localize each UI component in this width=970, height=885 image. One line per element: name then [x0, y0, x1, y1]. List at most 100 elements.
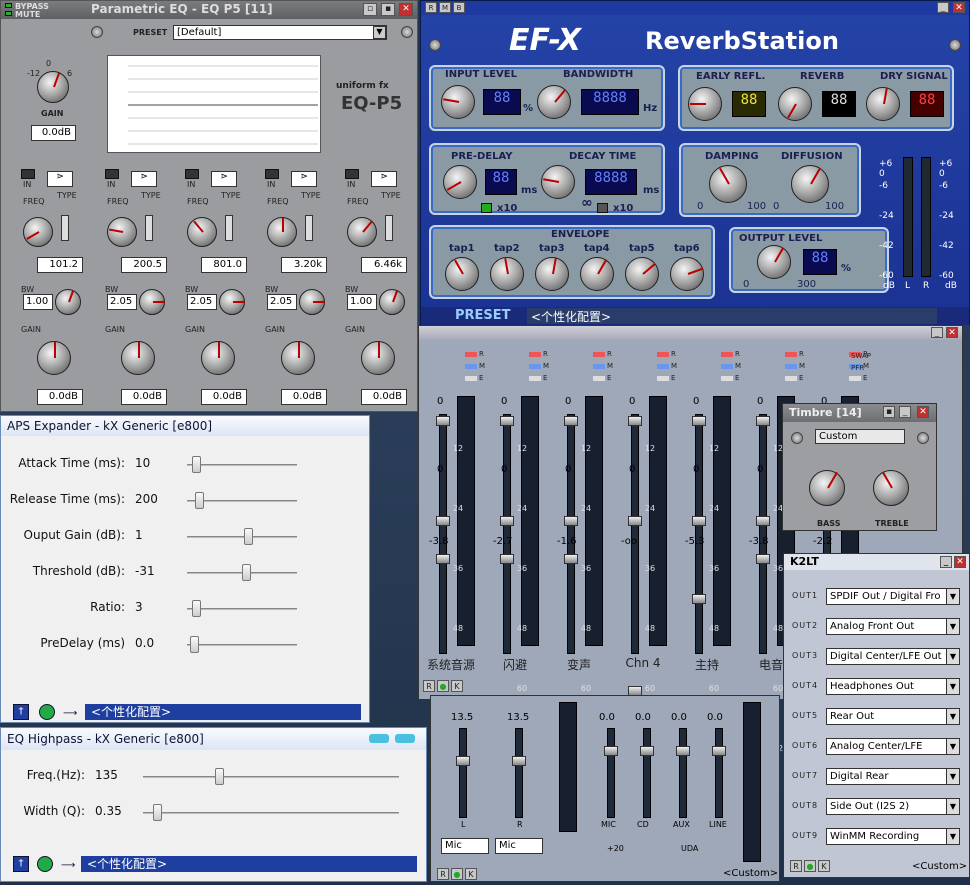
timbre-titlebar[interactable]: Timbre [14] ▪ _ ✕ — [783, 404, 936, 422]
tap-6-knob[interactable] — [670, 257, 704, 291]
mute-led[interactable] — [785, 364, 797, 369]
band-bw-value[interactable]: 1.00 — [347, 294, 377, 310]
band-freq-range-switch[interactable] — [385, 215, 393, 241]
hp-settings-icon[interactable]: † — [13, 856, 29, 872]
band-freq-value[interactable]: 101.2 — [37, 257, 83, 273]
aps-param-slider-thumb[interactable] — [192, 600, 201, 617]
channel-volume-fader[interactable] — [500, 554, 514, 564]
k2lt-titlebar[interactable]: K2LT _ ✕ — [784, 554, 969, 570]
bass-knob[interactable] — [809, 470, 845, 506]
input-select-2[interactable]: Mic — [495, 838, 543, 854]
input-select-1[interactable]: Mic — [441, 838, 489, 854]
hp-param-slider-thumb[interactable] — [215, 768, 224, 785]
aps-param-slider-track[interactable] — [187, 464, 297, 466]
channel-volume-fader[interactable] — [756, 554, 770, 564]
rec-led[interactable] — [721, 352, 733, 357]
reverb-knob[interactable] — [778, 87, 812, 121]
channel-volume-fader[interactable] — [564, 554, 578, 564]
line-fader-cap[interactable] — [512, 756, 526, 766]
eq-led[interactable] — [593, 376, 605, 381]
chevron-down-icon[interactable]: ▼ — [946, 678, 960, 695]
band-freq-range-switch[interactable] — [305, 215, 313, 241]
aps-param-slider-thumb[interactable] — [190, 636, 199, 653]
tap-2-knob[interactable] — [490, 257, 524, 291]
chevron-down-icon[interactable]: ▼ — [946, 738, 960, 755]
treble-knob[interactable] — [873, 470, 909, 506]
band-type-select[interactable]: ⋗ — [291, 171, 317, 187]
hp-record-icon[interactable] — [37, 856, 53, 872]
aps-titlebar[interactable]: APS Expander - kX Generic [e800] — [1, 416, 369, 436]
aps-settings-icon[interactable]: † — [13, 704, 29, 720]
band-freq-knob[interactable] — [23, 217, 53, 247]
channel-volume-fader[interactable] — [436, 554, 450, 564]
eq-titlebar[interactable]: BYPASS MUTE Parametric EQ - EQ P5 [11] ▫… — [1, 1, 417, 19]
tap-1-knob[interactable] — [445, 257, 479, 291]
rec-led[interactable] — [465, 352, 477, 357]
bandwidth-knob[interactable] — [537, 85, 571, 119]
hp-param-slider-track[interactable] — [143, 812, 399, 814]
channel-fader-track[interactable] — [567, 414, 575, 654]
early-refl-knob[interactable] — [688, 87, 722, 121]
band-bw-value[interactable]: 1.00 — [23, 294, 53, 310]
src-fader-cap[interactable] — [604, 746, 618, 756]
band-freq-range-switch[interactable] — [61, 215, 69, 241]
lower-custom-label[interactable]: <Custom> — [723, 868, 778, 879]
src-fader-cap[interactable] — [712, 746, 726, 756]
aps-param-slider-thumb[interactable] — [244, 528, 253, 545]
band-gain-knob[interactable] — [361, 341, 395, 375]
mixer-minimize-button[interactable]: _ — [931, 327, 943, 338]
band-freq-value[interactable]: 801.0 — [201, 257, 247, 273]
band-gain-knob[interactable] — [281, 341, 315, 375]
band-bw-value[interactable]: 2.05 — [267, 294, 297, 310]
tap-3-knob[interactable] — [535, 257, 569, 291]
timbre-restore-button[interactable]: ▪ — [883, 406, 895, 418]
decay-x10-checkbox[interactable] — [597, 203, 608, 213]
band-in-led[interactable] — [345, 169, 359, 179]
hp-close-button[interactable] — [395, 734, 415, 743]
out-routing-select[interactable]: SPDIF Out / Digital Fro — [826, 588, 956, 605]
channel-fader-cap[interactable] — [500, 516, 514, 526]
chevron-down-icon[interactable]: ▼ — [946, 828, 960, 845]
band-gain-value[interactable]: 0.0dB — [201, 389, 247, 405]
eq-led[interactable] — [721, 376, 733, 381]
mixer-r-button[interactable]: R — [423, 680, 435, 692]
mute-led[interactable] — [657, 364, 669, 369]
decay-time-knob[interactable] — [541, 165, 575, 199]
reverb-r-button[interactable]: R — [425, 2, 437, 13]
band-freq-value[interactable]: 3.20k — [281, 257, 327, 273]
hp-arrow-icon[interactable]: ⟶ — [61, 860, 75, 871]
line-fader-cap[interactable] — [456, 756, 470, 766]
out-routing-select[interactable]: Rear Out — [826, 708, 956, 725]
aps-arrow-icon[interactable]: ⟶ — [63, 708, 77, 719]
band-freq-value[interactable]: 200.5 — [121, 257, 167, 273]
tap-4-knob[interactable] — [580, 257, 614, 291]
channel-fader-track[interactable] — [759, 414, 767, 654]
k2lt-k-button[interactable]: K — [818, 860, 830, 872]
chevron-down-icon[interactable]: ▼ — [946, 648, 960, 665]
eq-led[interactable] — [465, 376, 477, 381]
k2lt-custom-label[interactable]: <Custom> — [912, 861, 967, 872]
out-routing-select[interactable]: Side Out (I2S 2) — [826, 798, 956, 815]
reverb-preset-select[interactable]: <个性化配置> — [527, 308, 937, 324]
band-bw-knob[interactable] — [219, 289, 245, 315]
input-level-knob[interactable] — [441, 85, 475, 119]
mute-led[interactable] — [721, 364, 733, 369]
aps-param-slider-thumb[interactable] — [195, 492, 204, 509]
band-bw-knob[interactable] — [379, 289, 405, 315]
channel-fader-cap[interactable] — [692, 416, 706, 426]
line-fader-track[interactable] — [515, 728, 523, 818]
eq-minimize-button[interactable]: ▫ — [363, 3, 377, 16]
band-freq-range-switch[interactable] — [145, 215, 153, 241]
aps-param-slider-track[interactable] — [187, 536, 297, 538]
damping-knob[interactable] — [709, 165, 747, 203]
band-gain-knob[interactable] — [201, 341, 235, 375]
channel-volume-fader[interactable] — [692, 594, 706, 604]
plus20-label[interactable]: +20 — [607, 844, 624, 853]
chevron-down-icon[interactable]: ▼ — [946, 768, 960, 785]
mixer-record-button[interactable]: ● — [437, 680, 449, 692]
diffusion-knob[interactable] — [791, 165, 829, 203]
k2lt-close-button[interactable]: ✕ — [954, 556, 966, 568]
band-freq-knob[interactable] — [347, 217, 377, 247]
mute-led[interactable] — [465, 364, 477, 369]
eq-preset-select[interactable]: [Default] — [173, 25, 387, 40]
